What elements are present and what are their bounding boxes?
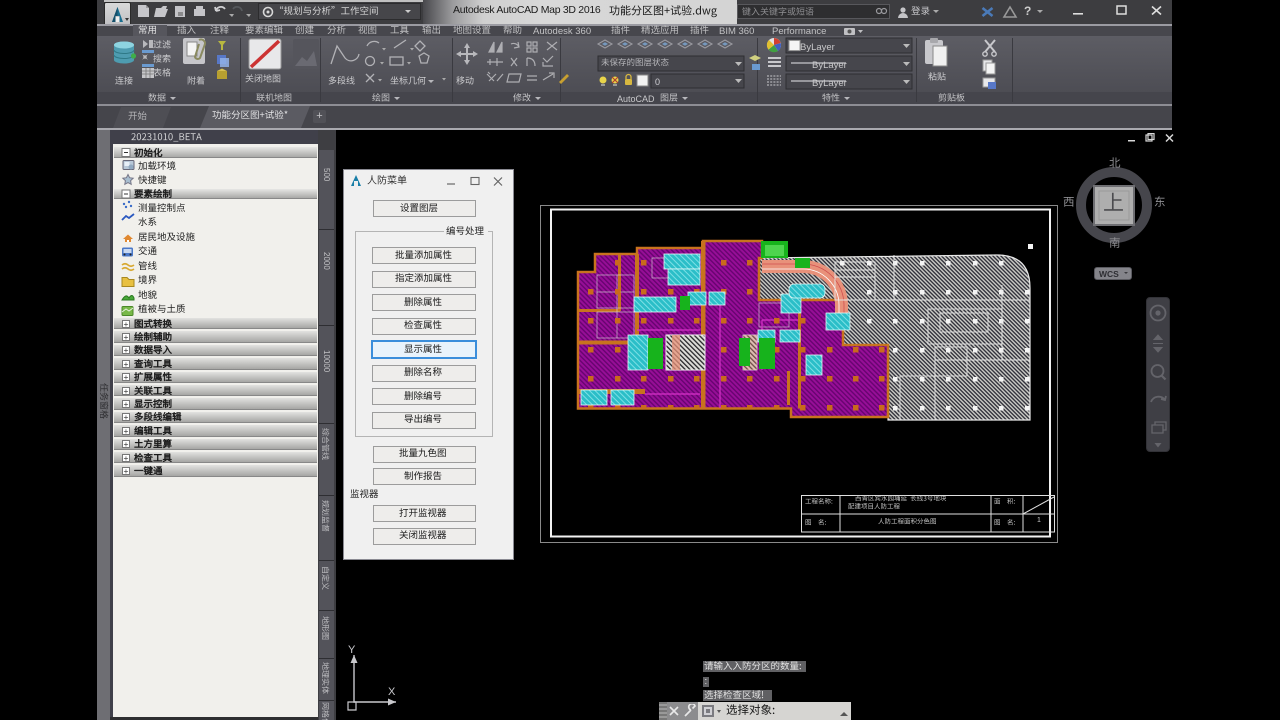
svg-text:Y: Y [348,645,356,656]
svg-text:X: X [388,686,396,698]
